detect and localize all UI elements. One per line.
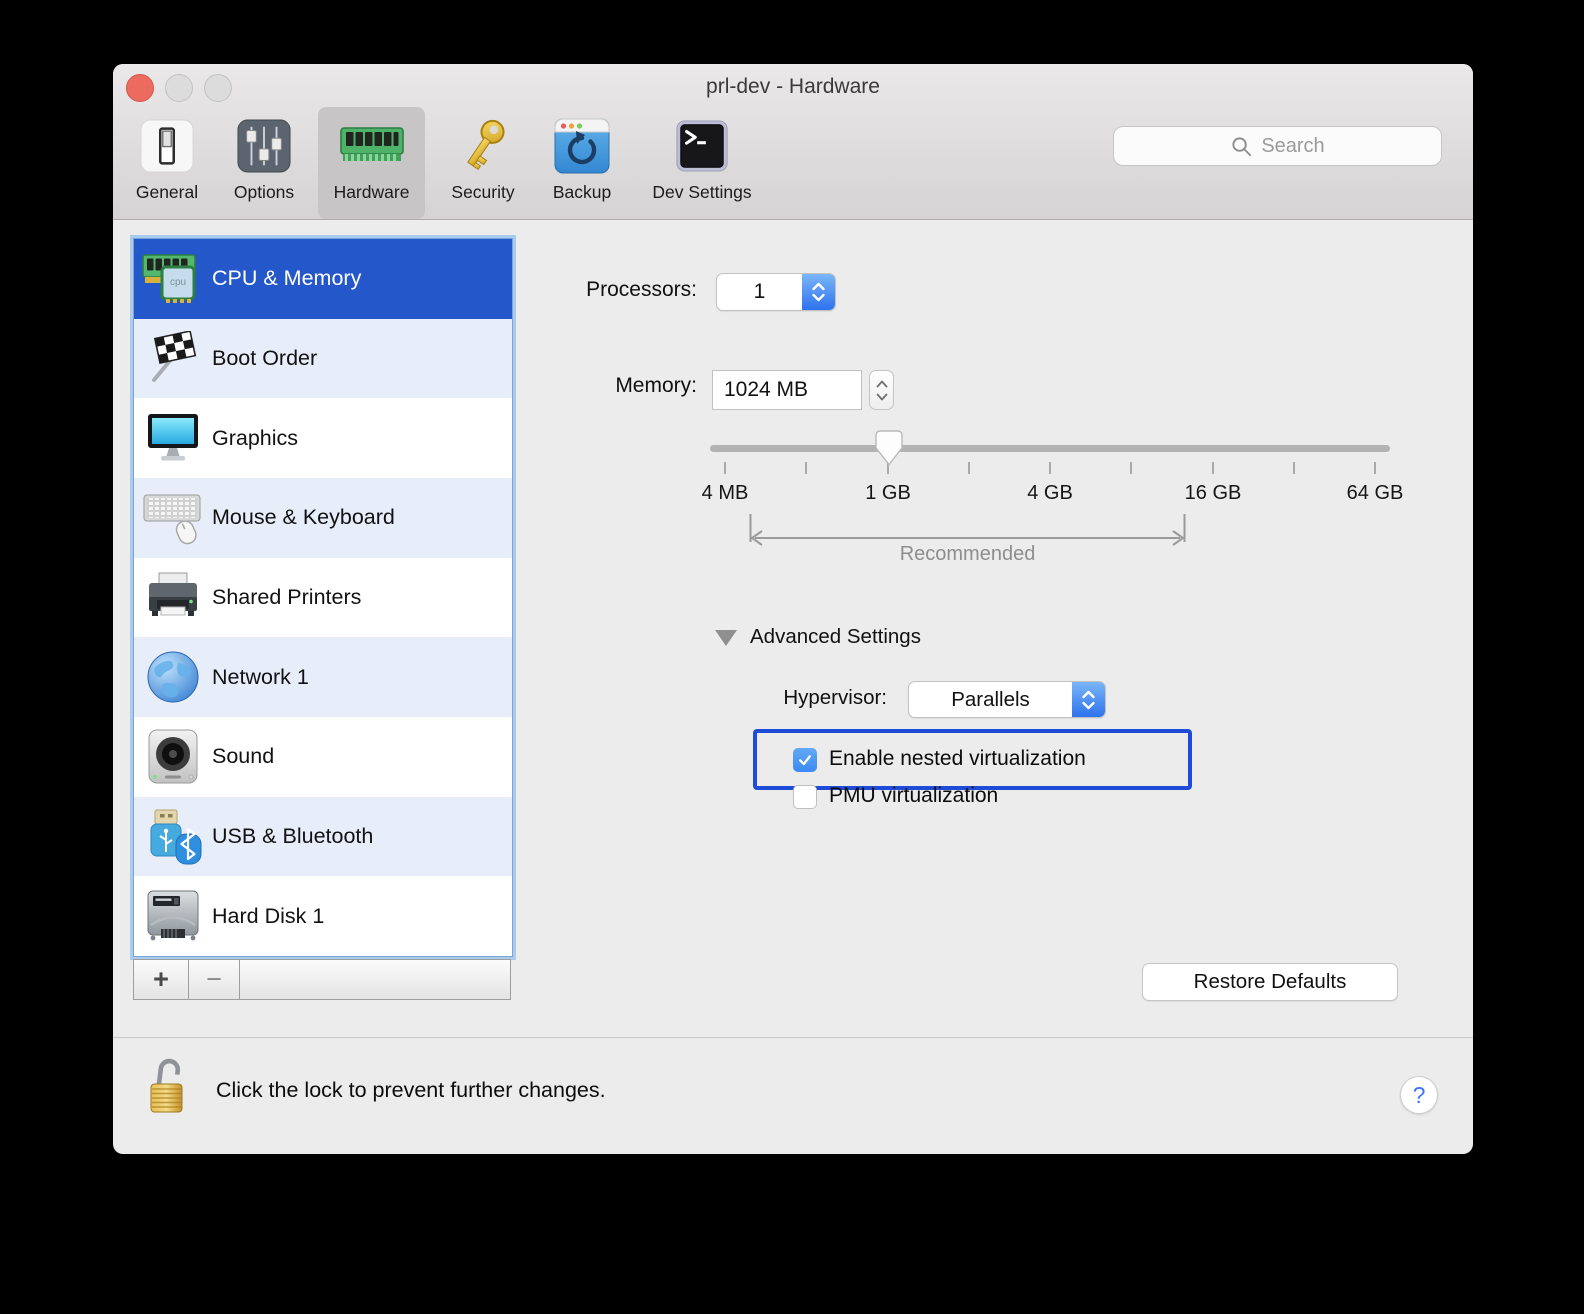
search-icon: [1232, 136, 1252, 156]
recommended-range-indicator: [749, 514, 1186, 546]
checkmark-icon: [799, 755, 811, 766]
general-switch-icon: [140, 113, 194, 179]
hard-disk-icon: [134, 889, 212, 943]
tab-label: Options: [233, 182, 295, 202]
sidebar-item-label: USB & Bluetooth: [212, 824, 374, 849]
stepper-arrows-icon[interactable]: [802, 274, 835, 310]
cpu-memory-icon: cpu: [134, 251, 212, 307]
printer-icon: [134, 571, 212, 625]
slider-tick-label: 1 GB: [865, 482, 911, 504]
slider-tick-label: 4 GB: [1027, 482, 1073, 504]
sidebar-item-label: Network 1: [212, 664, 309, 689]
processors-label: Processors:: [586, 278, 697, 301]
remove-device-button[interactable]: −: [189, 960, 240, 999]
tab-label: Hardware: [333, 182, 410, 202]
speaker-icon: [134, 729, 212, 785]
tab-security[interactable]: Security: [441, 107, 525, 219]
graphics-monitor-icon: [134, 412, 212, 464]
key-icon: [455, 113, 511, 179]
terminal-icon: [675, 113, 729, 179]
hypervisor-select[interactable]: Parallels: [908, 681, 1106, 718]
sidebar-item-mouse-keyboard[interactable]: Mouse & Keyboard: [134, 478, 512, 558]
sidebar-item-cpu-memory[interactable]: cpu CPU & Memory: [134, 239, 512, 319]
hardware-device-list: cpu CPU & Memory Boot Order Graphics Mou…: [133, 238, 513, 957]
stepper-down-icon: [876, 393, 887, 400]
disclosure-triangle-icon[interactable]: [715, 630, 737, 646]
footer-divider: [113, 1037, 1473, 1038]
tab-dev-settings[interactable]: Dev Settings: [640, 107, 764, 219]
restore-defaults-button[interactable]: Restore Defaults: [1142, 963, 1398, 1001]
tab-label: Security: [451, 182, 515, 202]
sidebar-item-graphics[interactable]: Graphics: [134, 398, 512, 478]
ram-module-icon: [339, 113, 404, 179]
nested-virtualization-checkbox[interactable]: [793, 748, 817, 772]
device-list-toolbar: + −: [133, 959, 511, 1000]
unlocked-lock-icon[interactable]: [146, 1056, 192, 1121]
tab-label: General: [135, 182, 199, 202]
nested-virtualization-label[interactable]: Enable nested virtualization: [829, 747, 1086, 771]
sidebar-item-label: Hard Disk 1: [212, 903, 325, 928]
sidebar-item-label: Mouse & Keyboard: [212, 505, 395, 530]
tab-label: Dev Settings: [652, 182, 752, 202]
vm-settings-window: prl-dev - Hardware General Options Hardw…: [113, 64, 1473, 1154]
sidebar-item-label: Shared Printers: [212, 585, 362, 610]
select-arrows-icon: [1072, 682, 1105, 717]
help-button[interactable]: ?: [1400, 1076, 1438, 1114]
search-input[interactable]: Search: [1113, 126, 1442, 166]
pmu-virtualization-label[interactable]: PMU virtualization: [829, 784, 998, 808]
slider-tick-label: 4 MB: [701, 482, 749, 504]
tab-general[interactable]: General: [127, 107, 207, 219]
slider-tick-label: 64 GB: [1346, 482, 1404, 504]
stepper-up-icon: [876, 380, 887, 387]
tab-backup[interactable]: Backup: [540, 107, 624, 219]
sidebar-item-label: Boot Order: [212, 346, 318, 370]
usb-bluetooth-icon: [134, 808, 212, 866]
tab-label: Backup: [552, 182, 612, 202]
toolbar: prl-dev - Hardware General Options Hardw…: [113, 64, 1473, 220]
memory-stepper[interactable]: [869, 370, 894, 410]
cpu-chip-label: cpu: [170, 277, 186, 288]
memory-input[interactable]: 1024 MB: [712, 370, 862, 410]
boot-flag-icon: [134, 330, 212, 387]
options-sliders-icon: [237, 113, 291, 179]
tab-options[interactable]: Options: [224, 107, 304, 219]
lock-hint-text: Click the lock to prevent further change…: [216, 1078, 606, 1102]
tab-hardware[interactable]: Hardware: [318, 107, 425, 219]
memory-label: Memory:: [615, 374, 697, 397]
backup-window-icon: [554, 113, 610, 179]
sidebar-item-boot-order[interactable]: Boot Order: [134, 318, 512, 399]
sidebar-item-shared-printers[interactable]: Shared Printers: [134, 558, 512, 638]
mouse-keyboard-icon: [134, 491, 212, 545]
sidebar-item-network-1[interactable]: Network 1: [134, 637, 512, 718]
advanced-settings-label[interactable]: Advanced Settings: [750, 625, 921, 649]
sidebar-item-label: Sound: [212, 744, 275, 769]
processors-value: 1: [753, 280, 766, 303]
sidebar-item-label: Graphics: [212, 425, 299, 450]
hypervisor-value: Parallels: [951, 687, 1030, 711]
memory-slider[interactable]: [710, 445, 1390, 452]
pmu-virtualization-checkbox[interactable]: [793, 785, 817, 809]
sidebar-item-label: CPU & Memory: [212, 266, 362, 291]
memory-slider-thumb[interactable]: [875, 430, 903, 471]
sidebar-item-usb-bluetooth[interactable]: USB & Bluetooth: [134, 796, 512, 877]
sidebar-item-hard-disk-1[interactable]: Hard Disk 1: [134, 876, 512, 956]
processors-stepper[interactable]: 1: [716, 273, 836, 311]
add-device-button[interactable]: +: [134, 960, 189, 999]
recommended-label: Recommended: [899, 543, 1036, 565]
network-globe-icon: [134, 649, 212, 705]
slider-tick-label: 16 GB: [1184, 482, 1242, 504]
window-title: prl-dev - Hardware: [706, 75, 880, 98]
search-placeholder: Search: [1261, 134, 1325, 157]
hypervisor-label: Hypervisor:: [783, 686, 887, 709]
sidebar-item-sound[interactable]: Sound: [134, 717, 512, 797]
